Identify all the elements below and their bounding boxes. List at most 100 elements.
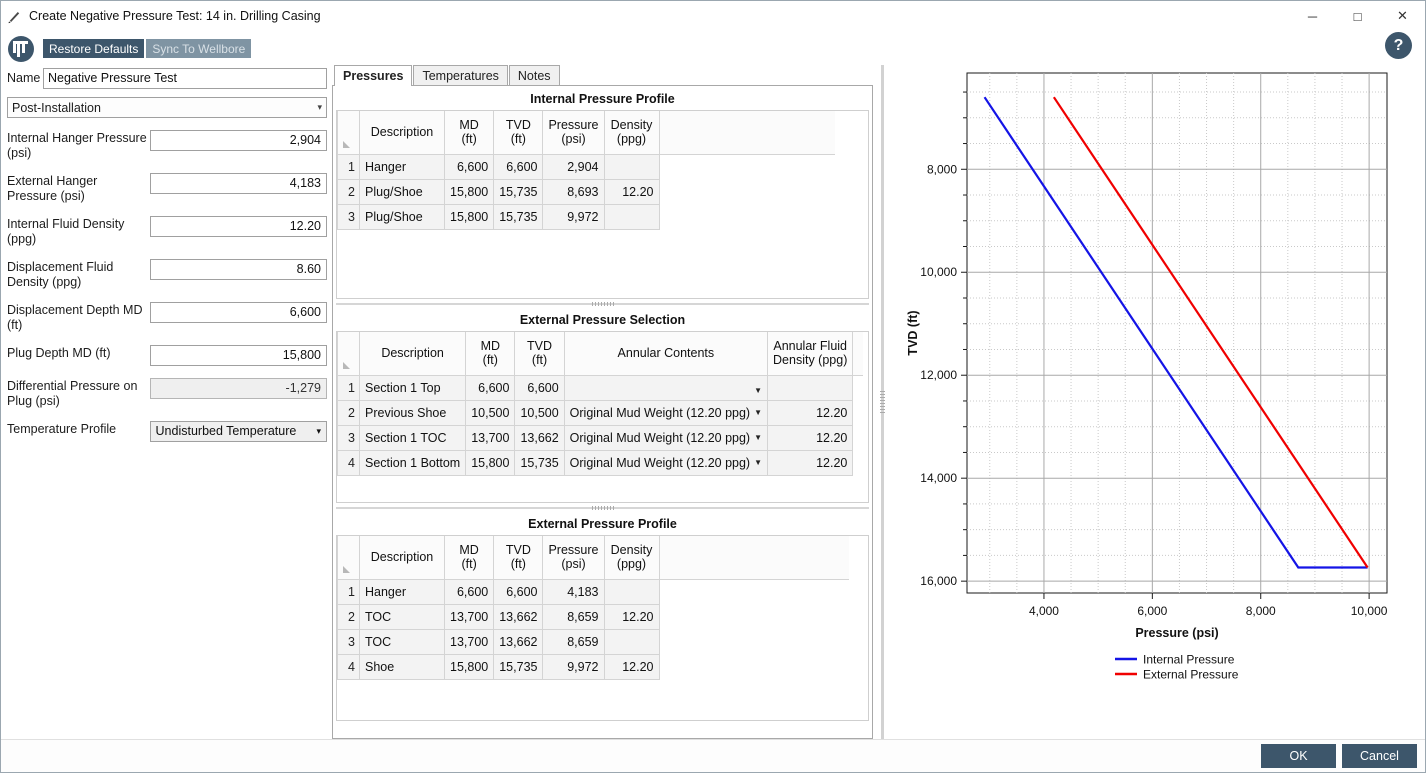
internal-pressure-profile-grid[interactable]: Description MD (ft) TVD (ft) Pressure (psi)… — [336, 110, 869, 299]
col-pressure[interactable]: Pressure (psi) — [542, 536, 605, 580]
temperature-profile-dropdown[interactable]: Undisturbed Temperature ▾ — [149, 421, 327, 442]
col-md[interactable]: MD (ft) — [465, 332, 516, 376]
col-md[interactable]: MD (ft) — [443, 111, 495, 155]
cell-description[interactable]: Previous Shoe — [358, 399, 467, 426]
cell-md[interactable]: 6,600 — [443, 153, 495, 180]
cell-md[interactable]: 15,800 — [465, 449, 516, 476]
panel-splitter[interactable] — [878, 65, 887, 739]
cell-annular-fluid-density[interactable]: 12.20 — [767, 424, 854, 451]
cell-tvd[interactable]: 13,662 — [493, 603, 544, 630]
cell-tvd[interactable]: 6,600 — [493, 578, 544, 605]
table-row[interactable]: 2 Plug/Shoe 15,800 15,735 8,693 12.20 — [337, 178, 835, 205]
cell-description[interactable]: TOC — [359, 628, 445, 655]
cell-tvd[interactable]: 15,735 — [493, 653, 544, 680]
cell-description[interactable]: Section 1 TOC — [358, 424, 467, 451]
table-row[interactable]: 3 TOC 13,700 13,662 8,659 — [337, 628, 849, 655]
cell-md[interactable]: 13,700 — [443, 628, 495, 655]
cell-pressure[interactable]: 4,183 — [542, 578, 605, 605]
internal-hanger-pressure-input[interactable]: 2,904 — [149, 130, 327, 151]
cell-density[interactable] — [603, 153, 660, 180]
col-tvd[interactable]: TVD (ft) — [514, 332, 565, 376]
select-all-corner[interactable] — [337, 332, 360, 376]
col-pressure[interactable]: Pressure (psi) — [542, 111, 605, 155]
cell-md[interactable]: 13,700 — [443, 603, 495, 630]
tab-pressures[interactable]: Pressures — [334, 65, 413, 86]
col-tvd[interactable]: TVD (ft) — [493, 536, 544, 580]
cell-description[interactable]: Plug/Shoe — [359, 178, 445, 205]
cell-description[interactable]: Plug/Shoe — [359, 203, 445, 230]
displacement-fluid-density-input[interactable]: 8.60 — [149, 259, 327, 280]
minimize-icon[interactable]: ─ — [1290, 1, 1335, 32]
tab-temperatures[interactable]: Temperatures — [413, 65, 508, 85]
cell-density[interactable]: 12.20 — [603, 178, 660, 205]
external-pressure-profile-grid[interactable]: Description MD (ft) TVD (ft) Pressure (psi)… — [336, 535, 869, 721]
col-density[interactable]: Density (ppg) — [603, 111, 660, 155]
external-pressure-selection-grid[interactable]: Description MD (ft) TVD (ft) Annular Conte… — [336, 331, 869, 503]
cell-density[interactable] — [603, 203, 660, 230]
cell-annular-contents-dropdown[interactable]: Original Mud Weight (12.20 ppg) ▼ — [563, 399, 769, 426]
table-row[interactable]: 1 Section 1 Top 6,600 6,600 ▼ — [337, 374, 864, 401]
table-row[interactable]: 2 Previous Shoe 10,500 10,500 Original M… — [337, 399, 864, 426]
cell-annular-fluid-density[interactable]: 12.20 — [767, 449, 854, 476]
cell-annular-contents-dropdown[interactable]: ▼ — [563, 374, 769, 401]
cell-md[interactable]: 13,700 — [465, 424, 516, 451]
cell-pressure[interactable]: 8,659 — [542, 603, 605, 630]
grid-splitter-1[interactable] — [336, 301, 869, 307]
cell-pressure[interactable]: 2,904 — [542, 153, 605, 180]
close-icon[interactable]: ✕ — [1380, 1, 1425, 32]
cell-pressure[interactable]: 9,972 — [542, 203, 605, 230]
cell-description[interactable]: Hanger — [359, 153, 445, 180]
cell-pressure[interactable]: 8,659 — [542, 628, 605, 655]
name-input[interactable] — [43, 67, 327, 89]
table-row[interactable]: 4 Shoe 15,800 15,735 9,972 12.20 — [337, 653, 849, 680]
table-row[interactable]: 2 TOC 13,700 13,662 8,659 12.20 — [337, 603, 849, 630]
cell-annular-fluid-density[interactable] — [767, 374, 854, 401]
stage-dropdown[interactable]: Post-Installation ▾ — [7, 97, 327, 118]
internal-fluid-density-input[interactable]: 12.20 — [149, 216, 327, 237]
cell-pressure[interactable]: 8,693 — [542, 178, 605, 205]
plug-depth-md-input[interactable]: 15,800 — [149, 345, 327, 366]
col-density[interactable]: Density (ppg) — [603, 536, 660, 580]
restore-defaults-button[interactable]: Restore Defaults — [43, 39, 145, 58]
ok-button[interactable]: OK — [1261, 744, 1336, 768]
col-tvd[interactable]: TVD (ft) — [493, 111, 544, 155]
displacement-depth-md-input[interactable]: 6,600 — [149, 302, 327, 323]
cell-tvd[interactable]: 13,662 — [514, 424, 565, 451]
cell-tvd[interactable]: 15,735 — [493, 203, 544, 230]
col-description[interactable]: Description — [359, 536, 445, 580]
table-row[interactable]: 3 Plug/Shoe 15,800 15,735 9,972 — [337, 203, 835, 230]
sync-to-wellbore-button[interactable]: Sync To Wellbore — [146, 39, 252, 58]
cell-tvd[interactable]: 15,735 — [514, 449, 565, 476]
cell-density[interactable] — [603, 578, 660, 605]
cell-description[interactable]: Section 1 Bottom — [358, 449, 467, 476]
cell-description[interactable]: Section 1 Top — [358, 374, 467, 401]
cancel-button[interactable]: Cancel — [1342, 744, 1417, 768]
col-description[interactable]: Description — [358, 332, 467, 376]
col-annular-contents[interactable]: Annular Contents — [563, 332, 769, 376]
cell-density[interactable] — [603, 628, 660, 655]
cell-tvd[interactable]: 15,735 — [493, 178, 544, 205]
table-row[interactable]: 1 Hanger 6,600 6,600 4,183 — [337, 578, 849, 605]
external-hanger-pressure-input[interactable]: 4,183 — [149, 173, 327, 194]
grid-splitter-2[interactable] — [336, 505, 869, 511]
cell-md[interactable]: 15,800 — [443, 203, 495, 230]
cell-annular-contents-dropdown[interactable]: Original Mud Weight (12.20 ppg) ▼ — [563, 449, 769, 476]
help-icon[interactable]: ? — [1385, 32, 1412, 59]
maximize-icon[interactable]: □ — [1335, 1, 1380, 32]
cell-density[interactable]: 12.20 — [603, 653, 660, 680]
cell-tvd[interactable]: 13,662 — [493, 628, 544, 655]
cell-md[interactable]: 6,600 — [443, 578, 495, 605]
tab-notes[interactable]: Notes — [508, 65, 560, 85]
col-annular-fluid-density[interactable]: Annular Fluid Density (ppg) — [767, 332, 854, 376]
cell-tvd[interactable]: 10,500 — [514, 399, 565, 426]
cell-md[interactable]: 10,500 — [465, 399, 516, 426]
cell-description[interactable]: TOC — [359, 603, 445, 630]
cell-description[interactable]: Shoe — [359, 653, 445, 680]
cell-density[interactable]: 12.20 — [603, 603, 660, 630]
cell-md[interactable]: 15,800 — [443, 178, 495, 205]
cell-md[interactable]: 15,800 — [443, 653, 495, 680]
cell-annular-contents-dropdown[interactable]: Original Mud Weight (12.20 ppg) ▼ — [563, 424, 769, 451]
table-row[interactable]: 3 Section 1 TOC 13,700 13,662 Original M… — [337, 424, 864, 451]
cell-description[interactable]: Hanger — [359, 578, 445, 605]
cell-pressure[interactable]: 9,972 — [542, 653, 605, 680]
